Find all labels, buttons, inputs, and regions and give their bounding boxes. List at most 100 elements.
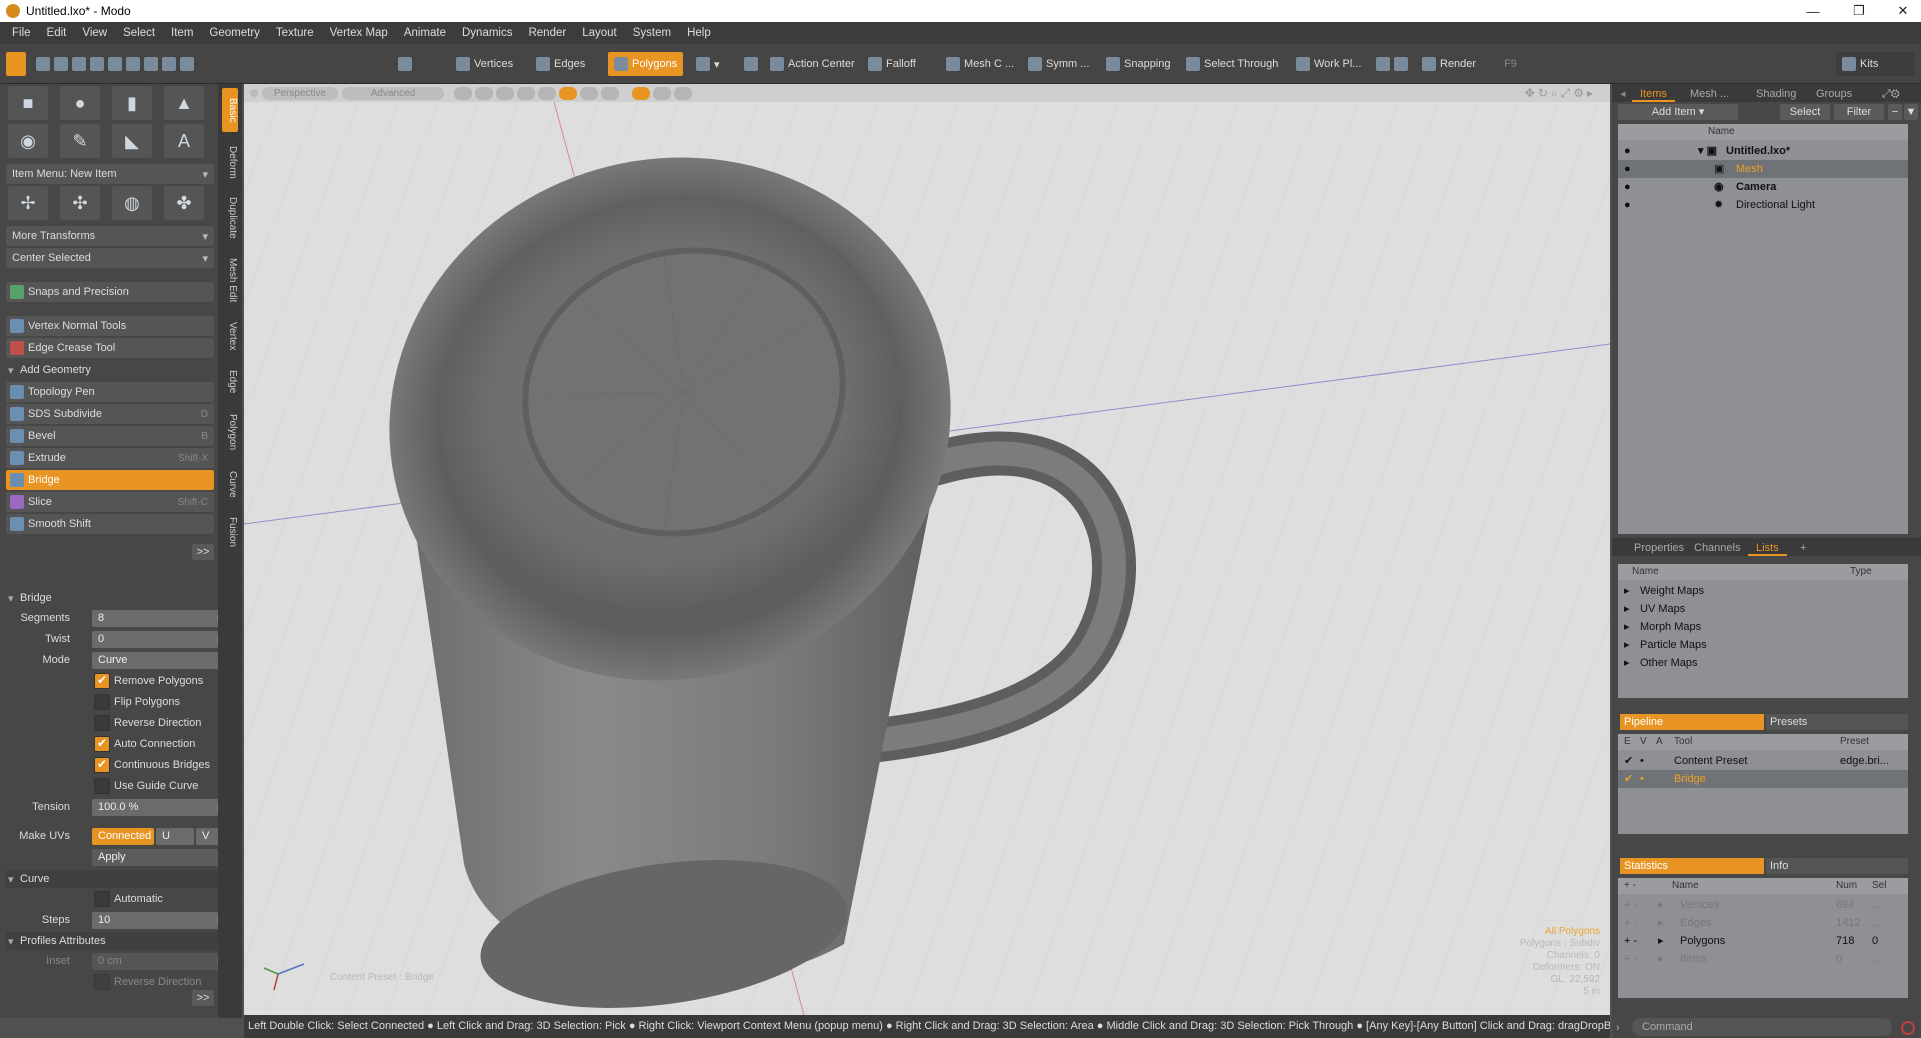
falloff-button[interactable]: Falloff (862, 52, 922, 76)
edge-crease-tool-button[interactable]: Edge Crease Tool (6, 338, 214, 358)
tab-channels[interactable]: Channels (1686, 540, 1748, 556)
rotate-icon[interactable]: ✣ (60, 186, 100, 220)
tab-edge[interactable]: Edge (222, 362, 238, 402)
eye-icon[interactable]: ● (1624, 178, 1631, 196)
command-history-icon[interactable]: › (1616, 1022, 1620, 1034)
tab-fusion[interactable]: Fusion (222, 510, 238, 554)
inset-field[interactable]: 0 cm (92, 953, 232, 970)
snapping-button[interactable]: Snapping (1100, 52, 1177, 76)
move-icon[interactable]: ✢ (8, 186, 48, 220)
tab-pipeline[interactable]: Pipeline (1620, 714, 1764, 730)
stat-row-edges[interactable]: + - ▸ Edges 1412... (1618, 914, 1908, 932)
apply-button[interactable]: Apply (92, 849, 232, 866)
tool-pipe-icons[interactable] (1370, 52, 1418, 76)
tree-light-row[interactable]: ● ✹ Directional Light (1618, 196, 1908, 214)
filter-icon[interactable] (580, 87, 598, 100)
profile-reverse-direction-checkbox[interactable] (94, 974, 110, 990)
menu-item[interactable]: Item (163, 27, 201, 39)
filter-button[interactable]: Filter (1834, 104, 1884, 120)
list-uv-maps[interactable]: ▸ UV Maps (1618, 600, 1908, 618)
cone-icon[interactable]: ▲ (164, 86, 204, 120)
menu-vertex-map[interactable]: Vertex Map (322, 27, 396, 39)
remove-polygons-checkbox[interactable] (94, 673, 110, 689)
mode-dropdown[interactable]: Curve▾ (92, 652, 232, 669)
continuous-bridges-checkbox[interactable] (94, 757, 110, 773)
scale-icon[interactable]: ◍ (112, 186, 152, 220)
tab-mesh-edit[interactable]: Mesh Edit (222, 250, 238, 310)
flip-polygons-checkbox[interactable] (94, 694, 110, 710)
item-menu-dropdown[interactable]: Item Menu: New Item (6, 164, 214, 184)
make-uvs-connected-button[interactable]: Connected (92, 828, 154, 845)
segments-field[interactable]: 8 (92, 610, 232, 627)
materials-mode-button[interactable]: ▾ (690, 52, 726, 76)
minimize-icon[interactable]: — (1790, 0, 1836, 22)
enable-check-icon[interactable]: ✔ (1624, 770, 1633, 788)
bevel-button[interactable]: Bevel B (6, 426, 214, 446)
action-center-button[interactable]: Action Center (764, 52, 861, 76)
stat-row-polygons[interactable]: + - ▸ Polygons 718 0 (1618, 932, 1908, 950)
eye-icon[interactable]: ● (1624, 196, 1631, 214)
command-input[interactable]: Command (1632, 1018, 1892, 1036)
menu-geometry[interactable]: Geometry (201, 27, 268, 39)
torus-icon[interactable]: ◉ (8, 124, 48, 158)
tab-curve[interactable]: Curve (222, 462, 238, 506)
tab-shading[interactable]: Shading (1748, 86, 1804, 102)
list-particle-maps[interactable]: ▸ Particle Maps (1618, 636, 1908, 654)
filter-funnel-icon[interactable]: ▼ (1904, 104, 1918, 120)
backdrop-icon[interactable] (538, 87, 556, 100)
menu-dynamics[interactable]: Dynamics (454, 27, 520, 39)
menu-animate[interactable]: Animate (396, 27, 454, 39)
viewport-scene[interactable] (244, 84, 1610, 1015)
transform-icon[interactable]: ✤ (164, 186, 204, 220)
mesh-constraint-button[interactable]: Mesh C ... (940, 52, 1020, 76)
slice-button[interactable]: Slice Shift-C (6, 492, 214, 512)
tab-mesh[interactable]: Mesh ... (1682, 86, 1737, 102)
edges-button[interactable]: Edges (530, 52, 591, 76)
auto-connection-checkbox[interactable] (94, 736, 110, 752)
kits-button[interactable]: Kits (1836, 52, 1914, 76)
enable-check-icon[interactable]: ✔ (1624, 752, 1633, 770)
snaps-precision-button[interactable]: Snaps and Precision (6, 282, 214, 302)
work-plane-button[interactable]: Work Pl... (1290, 52, 1367, 76)
tree-mesh-row[interactable]: ● ▣ Mesh (1618, 160, 1908, 178)
collapse-icon[interactable]: − (1888, 104, 1902, 120)
pipeline-row-content-preset[interactable]: ✔ • Content Preset edge.bri... (1618, 752, 1908, 770)
profiles-attributes-header[interactable]: Profiles Attributes (6, 932, 236, 950)
make-uvs-u-button[interactable]: U (156, 828, 194, 845)
vertex-normal-tools-button[interactable]: Vertex Normal Tools (6, 316, 214, 336)
polygons-button[interactable]: Polygons (608, 52, 684, 76)
viewport-nav-icons[interactable]: ✥↻⌕⤢⚙▸ (1525, 86, 1596, 101)
add-geometry-header[interactable]: Add Geometry (6, 361, 214, 379)
center-selected-dropdown[interactable]: Center Selected (6, 248, 214, 268)
select-through-button[interactable]: Select Through (1180, 52, 1284, 76)
viewport-options-icon[interactable] (250, 89, 258, 97)
symmetry-button[interactable]: Symm ... (1022, 52, 1095, 76)
select-mode-icon[interactable] (6, 52, 26, 76)
wireframe-icon[interactable] (475, 87, 493, 100)
shading-icon[interactable] (454, 87, 472, 100)
more-properties-button[interactable]: >> (192, 990, 214, 1006)
advanced-dropdown[interactable]: Advanced (342, 87, 444, 100)
tab-vertex[interactable]: Vertex (222, 314, 238, 358)
extrude-button[interactable]: Extrude Shift-X (6, 448, 214, 468)
bridge-button[interactable]: Bridge (6, 470, 214, 490)
menu-render[interactable]: Render (520, 27, 574, 39)
perspective-dropdown[interactable]: Perspective (262, 87, 338, 100)
tension-field[interactable]: 100.0 % (92, 799, 232, 816)
render-button[interactable]: Render F9 (1416, 52, 1526, 76)
render-preview-icon[interactable] (674, 87, 692, 100)
transform-icons[interactable] (30, 52, 230, 76)
3d-viewport[interactable]: Perspective Advanced ✥↻⌕⤢⚙▸ Content Pres… (244, 84, 1610, 1015)
menu-system[interactable]: System (625, 27, 679, 39)
restore-icon[interactable]: ❐ (1836, 0, 1882, 22)
more-tools-button[interactable]: >> (192, 544, 214, 560)
smooth-shift-button[interactable]: Smooth Shift (6, 514, 214, 534)
steps-field[interactable]: 10 (92, 912, 232, 929)
camera-view-icon[interactable] (653, 87, 671, 100)
pen-icon[interactable]: ✎ (60, 124, 100, 158)
sds-subdivide-button[interactable]: SDS Subdivide D (6, 404, 214, 424)
eye-icon[interactable]: ● (1624, 160, 1631, 178)
tab-info[interactable]: Info (1766, 858, 1908, 874)
tab-properties[interactable]: Properties (1626, 540, 1692, 556)
vertices-button[interactable]: Vertices (450, 52, 519, 76)
